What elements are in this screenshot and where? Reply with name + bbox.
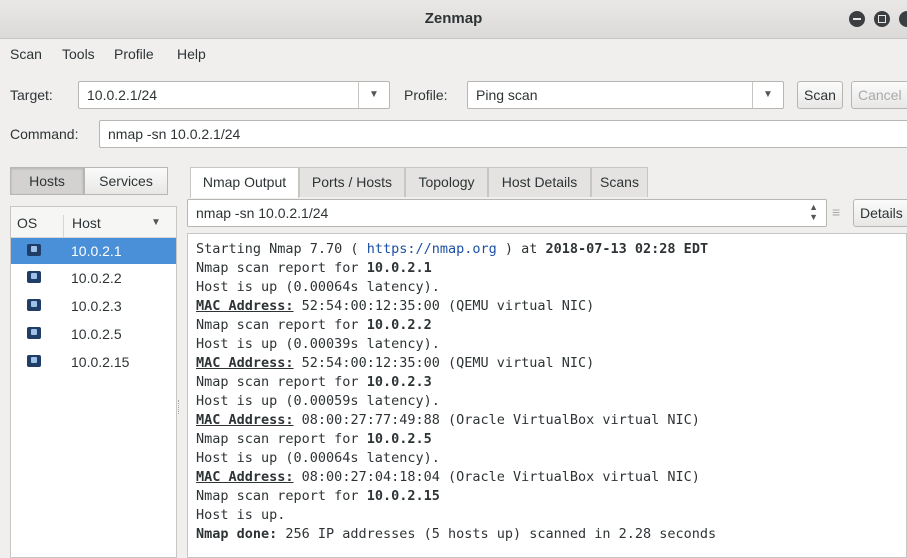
command-label: Command:	[10, 126, 79, 142]
os-icon	[27, 271, 41, 283]
cancel-button[interactable]: Cancel	[851, 81, 907, 109]
tab-nmap-output[interactable]: Nmap Output	[190, 167, 299, 198]
profile-dropdown-icon[interactable]: ▼	[752, 82, 783, 108]
maximize-icon[interactable]	[874, 11, 890, 27]
profile-value: Ping scan	[476, 87, 538, 103]
services-toggle[interactable]: Services	[84, 167, 168, 195]
profile-combobox[interactable]: Ping scan ▼	[467, 81, 784, 109]
host-ip: 10.0.2.2	[71, 270, 122, 286]
target-combobox[interactable]: 10.0.2.1/24 ▼	[78, 81, 390, 109]
host-ip: 10.0.2.1	[71, 243, 122, 259]
host-list-header: OS Host ▼	[11, 207, 176, 238]
target-dropdown-icon[interactable]: ▼	[358, 82, 389, 108]
host-ip: 10.0.2.5	[71, 326, 122, 342]
output-scan-value: nmap -sn 10.0.2.1/24	[196, 205, 329, 221]
output-line: MAC Address: 52:54:00:12:35:00 (QEMU vir…	[196, 355, 595, 371]
handle-icon: ≡	[832, 204, 841, 220]
output-line: Nmap scan report for 10.0.2.3	[196, 374, 432, 390]
profile-label: Profile:	[404, 87, 448, 103]
host-row[interactable]: 10.0.2.5	[11, 321, 176, 347]
host-row[interactable]: 10.0.2.3	[11, 293, 176, 319]
window-title: Zenmap	[424, 10, 483, 27]
command-input[interactable]: nmap -sn 10.0.2.1/24	[108, 126, 240, 142]
output-line: Nmap done: 256 IP addresses (5 hosts up)…	[196, 526, 717, 542]
host-list: OS Host ▼ 10.0.2.1 10.0.2.2 10.0.2.3 10.…	[10, 206, 177, 558]
output-line: Host is up (0.00064s latency).	[196, 450, 440, 466]
os-column-header[interactable]: OS	[17, 215, 37, 231]
output-line: Nmap scan report for 10.0.2.2	[196, 317, 432, 333]
output-line: MAC Address: 08:00:27:04:18:04 (Oracle V…	[196, 469, 700, 485]
host-row[interactable]: 10.0.2.15	[11, 349, 176, 375]
target-input[interactable]: 10.0.2.1/24	[87, 87, 157, 103]
host-row[interactable]: 10.0.2.1	[11, 238, 176, 264]
os-icon	[27, 299, 41, 311]
details-button[interactable]: Details	[853, 199, 907, 227]
tab-ports-hosts[interactable]: Ports / Hosts	[299, 167, 405, 197]
spinner-icon[interactable]: ▲ ▼	[809, 202, 818, 222]
output-line: Host is up (0.00039s latency).	[196, 336, 440, 352]
host-row[interactable]: 10.0.2.2	[11, 265, 176, 291]
menu-bar: Scan Tools Profile Help	[0, 39, 907, 65]
menu-help[interactable]: Help	[177, 46, 206, 62]
output-line: Nmap scan report for 10.0.2.5	[196, 431, 432, 447]
output-line: Host is up (0.00059s latency).	[196, 393, 440, 409]
minimize-icon[interactable]	[849, 11, 865, 27]
tab-host-details[interactable]: Host Details	[488, 167, 591, 197]
menu-scan[interactable]: Scan	[10, 46, 42, 62]
output-scan-selector[interactable]: nmap -sn 10.0.2.1/24 ▲ ▼	[187, 199, 827, 227]
os-icon	[27, 355, 41, 367]
output-line: Nmap scan report for 10.0.2.1	[196, 260, 432, 276]
nmap-output-text: Starting Nmap 7.70 ( https://nmap.org ) …	[187, 233, 907, 558]
output-line: Starting Nmap 7.70 ( https://nmap.org ) …	[196, 241, 709, 257]
output-line: Nmap scan report for 10.0.2.15	[196, 488, 440, 504]
title-bar: Zenmap	[0, 0, 907, 39]
tab-topology[interactable]: Topology	[405, 167, 488, 197]
output-line: MAC Address: 08:00:27:77:49:88 (Oracle V…	[196, 412, 700, 428]
host-column-header[interactable]: Host	[63, 215, 101, 237]
tab-scans[interactable]: Scans	[591, 167, 648, 197]
output-line: Host is up.	[196, 507, 286, 523]
output-line: Host is up (0.00064s latency).	[196, 279, 440, 295]
output-line: MAC Address: 52:54:00:12:35:00 (QEMU vir…	[196, 298, 595, 314]
menu-profile[interactable]: Profile	[114, 46, 154, 62]
menu-tools[interactable]: Tools	[62, 46, 95, 62]
hosts-toggle[interactable]: Hosts	[10, 167, 84, 195]
command-field[interactable]: nmap -sn 10.0.2.1/24	[99, 120, 907, 148]
pane-splitter[interactable]	[178, 400, 182, 414]
host-ip: 10.0.2.3	[71, 298, 122, 314]
scan-button[interactable]: Scan	[797, 81, 843, 109]
nmap-link[interactable]: https://nmap.org	[367, 241, 497, 257]
target-label: Target:	[10, 87, 53, 103]
host-ip: 10.0.2.15	[71, 354, 130, 370]
os-icon	[27, 327, 41, 339]
sort-dropdown-icon[interactable]: ▼	[151, 217, 161, 228]
os-icon	[27, 244, 41, 256]
